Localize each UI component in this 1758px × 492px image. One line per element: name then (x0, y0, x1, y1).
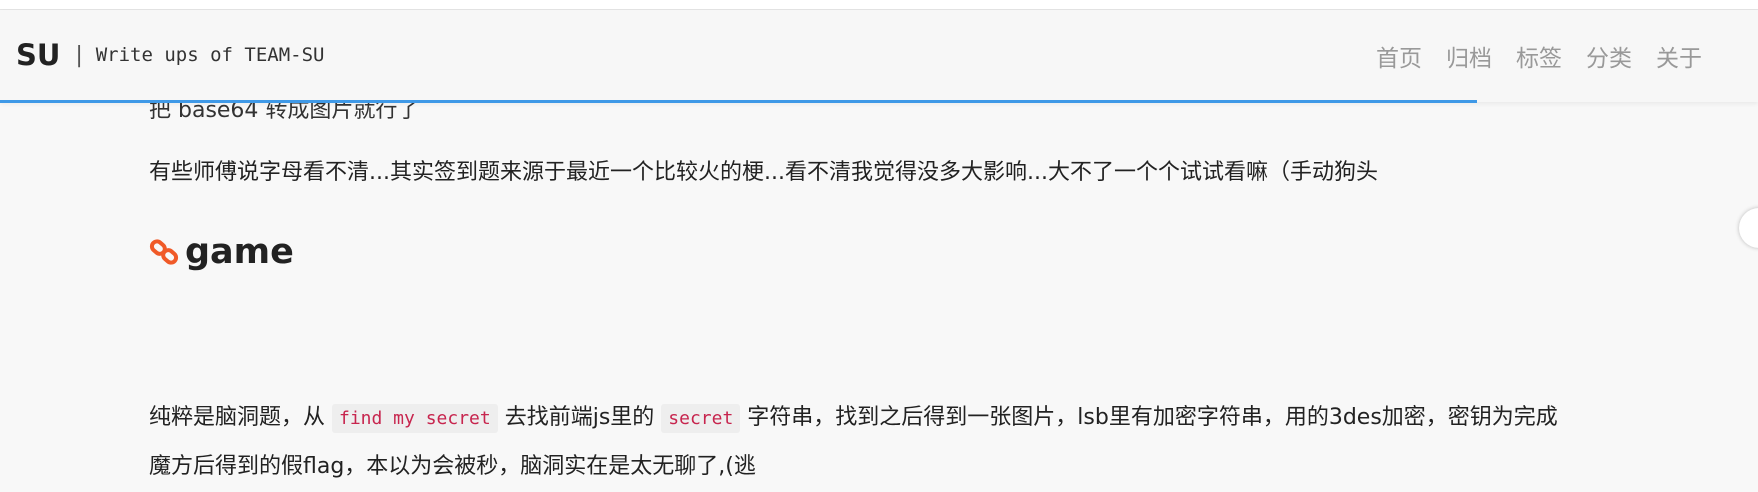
section-heading-game: game (149, 232, 294, 272)
nav-tags[interactable]: 标签 (1516, 39, 1562, 73)
brand[interactable]: SU | Write ups of TEAM-SU (16, 38, 324, 72)
reading-progress-bar (0, 100, 1477, 103)
inline-code-find-my-secret: find my secret (332, 404, 498, 433)
site-logo[interactable]: SU (16, 38, 60, 72)
nav-home[interactable]: 首页 (1376, 39, 1422, 73)
paragraph-game-line2: 魔方后得到的假flag，本以为会被秒，脑洞实在是太无聊了,(逃 (149, 454, 756, 479)
text-segment: 字符串，找到之后得到一张图片，lsb里有加密字符串，用的3des加密，密钥为完成 (740, 405, 1558, 430)
inline-code-secret: secret (661, 404, 741, 433)
text-segment: 去找前端js里的 (497, 405, 662, 430)
nav-about[interactable]: 关于 (1656, 39, 1702, 73)
main-nav: 首页 归档 标签 分类 关于 (1352, 39, 1702, 73)
nav-categories[interactable]: 分类 (1586, 39, 1632, 73)
paragraph-game-line1: 纯粹是脑洞题，从 find my secret 去找前端js里的 secret … (149, 393, 1558, 444)
side-toggle-button[interactable] (1739, 208, 1758, 248)
brand-separator: | (72, 42, 86, 68)
browser-top-strip (0, 0, 1758, 10)
nav-archive[interactable]: 归档 (1446, 39, 1492, 73)
link-icon[interactable] (149, 237, 179, 267)
site-header: SU | Write ups of TEAM-SU 首页 归档 标签 分类 关于 (0, 10, 1758, 102)
text-segment: 纯粹是脑洞题，从 (149, 405, 332, 430)
site-subtitle: Write ups of TEAM-SU (95, 44, 325, 66)
heading-text: game (185, 232, 294, 272)
paragraph-signin-note: 有些师傅说字母看不清...其实签到题来源于最近一个比较火的梗...看不清我觉得没… (149, 160, 1378, 185)
